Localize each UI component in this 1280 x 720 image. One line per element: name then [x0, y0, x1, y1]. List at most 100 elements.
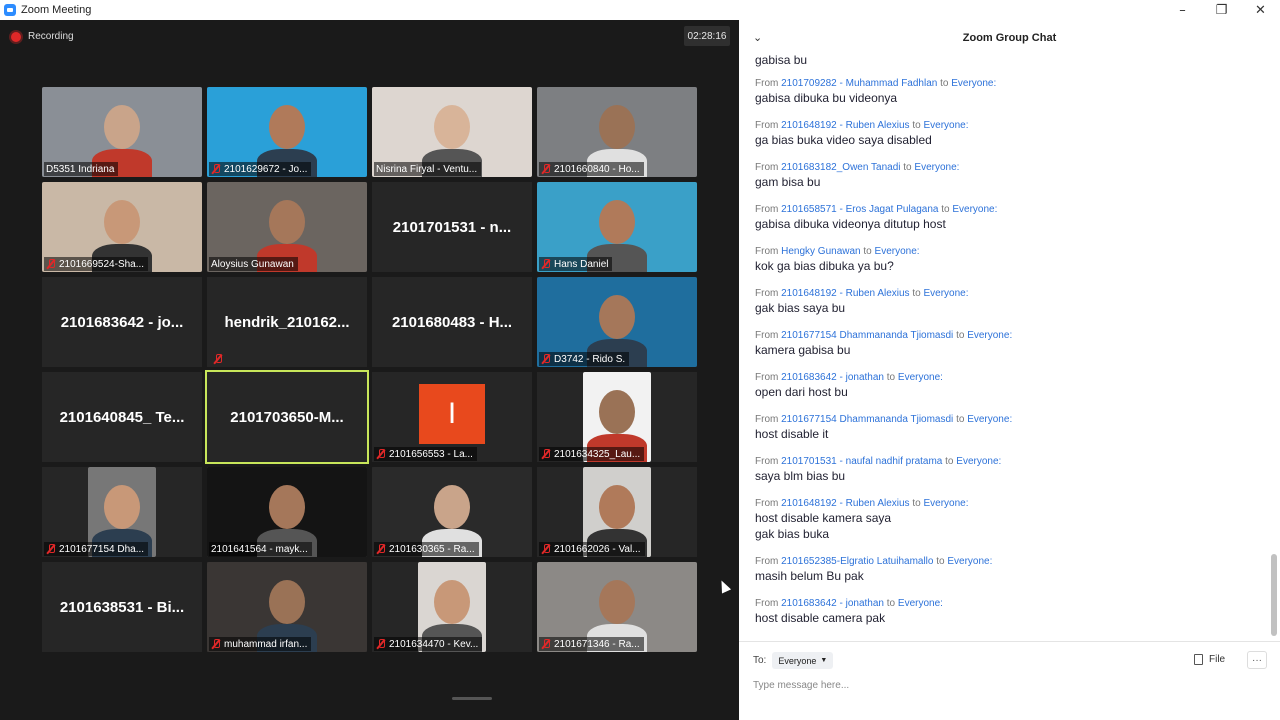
participant-label: Hans Daniel — [539, 257, 613, 271]
to-word: to — [912, 120, 921, 131]
sender-name[interactable]: 2101658571 - Eros Jagat Pulagana — [781, 204, 938, 215]
participant-tile[interactable]: Hans Daniel — [537, 182, 697, 272]
message-meta: From Hengky Gunawan to Everyone: — [755, 246, 920, 258]
participant-tile[interactable]: D5351 Indriana — [42, 87, 202, 177]
from-label: From — [755, 246, 779, 257]
participant-tile[interactable]: 2101703650-M... — [205, 370, 369, 464]
colon: : — [993, 78, 997, 89]
more-options-button[interactable]: ··· — [1247, 651, 1267, 669]
sender-name[interactable]: 2101677154 Dhammananda Tjiomasdi — [781, 414, 953, 425]
meeting-timer: 02:28:16 — [684, 26, 730, 46]
sender-name[interactable]: 2101652385-Elgratio Latuihamallo — [781, 556, 933, 567]
recipient-name[interactable]: Everyone — [898, 372, 940, 383]
file-button[interactable]: File — [1194, 654, 1225, 665]
participant-tile[interactable]: 2101634470 - Kev... — [372, 562, 532, 652]
recipient-name[interactable]: Everyone — [967, 330, 1009, 341]
participant-name: 2101703650-M... — [230, 408, 344, 426]
maximize-button[interactable]: ❐ — [1202, 0, 1241, 20]
muted-mic-icon — [376, 449, 386, 459]
participant-tile[interactable]: 2101671346 - Ra... — [537, 562, 697, 652]
recipient-name[interactable]: Everyone — [875, 246, 917, 257]
participant-name: 2101641564 - mayk... — [211, 543, 308, 555]
participant-tile[interactable]: 2101683642 - jo... — [42, 277, 202, 367]
recipient-name[interactable]: Everyone — [898, 598, 940, 609]
chevron-down-icon[interactable]: ⌄ — [753, 31, 762, 44]
sender-name[interactable]: 2101683642 - jonathan — [781, 598, 884, 609]
participant-tile[interactable]: 2101701531 - n... — [372, 182, 532, 272]
participant-tile[interactable]: 2101662026 - Val... — [537, 467, 697, 557]
participant-tile[interactable]: 2101669524-Sha... — [42, 182, 202, 272]
recipient-name[interactable]: Everyone — [967, 414, 1009, 425]
recipient-name[interactable]: Everyone — [952, 204, 994, 215]
chat-title: Zoom Group Chat — [962, 32, 1057, 44]
sender-name[interactable]: 2101709282 - Muhammad Fadhlan — [781, 78, 937, 89]
sender-name[interactable]: 2101701531 - naufal nadhif pratama — [781, 456, 942, 467]
chat-message: From 2101677154 Dhammananda Tjiomasdi to… — [755, 330, 1012, 358]
message-meta: From 2101709282 - Muhammad Fadhlan to Ev… — [755, 78, 996, 90]
to-word: to — [903, 162, 912, 173]
close-button[interactable]: ✕ — [1241, 0, 1280, 20]
participant-tile[interactable]: 2101640845_ Te... — [42, 372, 202, 462]
participant-name: 2101677154 Dha... — [59, 543, 145, 555]
recipient-name[interactable]: Everyone — [923, 498, 965, 509]
participant-tile[interactable]: Aloysius Gunawan — [207, 182, 367, 272]
participant-tile[interactable]: hendrik_210162... — [207, 277, 367, 367]
sender-name[interactable]: Hengky Gunawan — [781, 246, 861, 257]
colon: : — [965, 288, 969, 299]
participant-name: Aloysius Gunawan — [211, 258, 294, 270]
participant-tile[interactable]: 2101677154 Dha... — [42, 467, 202, 557]
recipient-name[interactable]: Everyone — [956, 456, 998, 467]
participant-name: 2101680483 - H... — [391, 313, 513, 331]
participant-tile[interactable]: I 2101656553 - La... — [372, 372, 532, 462]
chat-message: From 2101648192 - Ruben Alexius to Every… — [755, 120, 969, 148]
person-face — [599, 580, 635, 624]
recipient-name[interactable]: Everyone — [923, 288, 965, 299]
chat-message-partial: gabisa bu — [755, 52, 807, 68]
sender-name[interactable]: 2101683182_Owen Tanadi — [781, 162, 900, 173]
participant-tile[interactable]: D3742 - Rido S. — [537, 277, 697, 367]
recipient-name[interactable]: Everyone — [951, 78, 993, 89]
colon: : — [916, 246, 920, 257]
to-word: to — [936, 556, 945, 567]
recipient-select[interactable]: Everyone ▼ — [772, 652, 834, 669]
chat-messages[interactable]: gabisa bu From 2101709282 - Muhammad Fad… — [739, 52, 1269, 642]
participant-name: D3742 - Rido S. — [554, 353, 626, 365]
toolbar-handle[interactable] — [452, 697, 492, 700]
title-bar: Zoom Meeting – ❐ ✕ — [0, 0, 1280, 20]
colon: : — [940, 372, 943, 383]
participant-tile[interactable]: Nisrina Firyal - Ventu... — [372, 87, 532, 177]
participant-tile[interactable]: 2101634325_Lau... — [537, 372, 697, 462]
message-input[interactable] — [753, 676, 1253, 694]
sender-name[interactable]: 2101648192 - Ruben Alexius — [781, 120, 909, 131]
sender-name[interactable]: 2101648192 - Ruben Alexius — [781, 498, 909, 509]
person-face — [104, 200, 140, 244]
participant-name: muhammad irfan... — [224, 638, 308, 650]
recipient-name[interactable]: Everyone — [914, 162, 956, 173]
participant-label: 2101669524-Sha... — [44, 257, 149, 271]
recipient-name[interactable]: Everyone — [923, 120, 965, 131]
participant-label: 2101630365 - Ra... — [374, 542, 479, 556]
sender-name[interactable]: 2101677154 Dhammananda Tjiomasdi — [781, 330, 953, 341]
participant-label: 2101671346 - Ra... — [539, 637, 644, 651]
recording-indicator[interactable]: Recording — [11, 31, 74, 42]
person-face — [599, 295, 635, 339]
participant-tile[interactable]: 2101660840 - Ho... — [537, 87, 697, 177]
minimize-button[interactable]: – — [1163, 0, 1202, 20]
participant-tile[interactable]: 2101629672 - Jo... — [207, 87, 367, 177]
window-controls: – ❐ ✕ — [1163, 0, 1280, 20]
sender-name[interactable]: 2101648192 - Ruben Alexius — [781, 288, 909, 299]
participant-tile[interactable]: 2101680483 - H... — [372, 277, 532, 367]
avatar: I — [419, 384, 485, 444]
scroll-thumb[interactable] — [1271, 554, 1277, 636]
participant-label: 2101634470 - Kev... — [374, 637, 483, 651]
sender-name[interactable]: 2101683642 - jonathan — [781, 372, 884, 383]
message-text: kamera gabisa bu — [755, 343, 851, 357]
message-text: gabisa dibuka bu videonya — [755, 91, 898, 105]
participant-tile[interactable]: 2101641564 - mayk... — [207, 467, 367, 557]
muted-mic-icon — [46, 259, 56, 269]
participant-tile[interactable]: 2101630365 - Ra... — [372, 467, 532, 557]
chat-scrollbar[interactable] — [1271, 60, 1277, 640]
participant-tile[interactable]: muhammad irfan... — [207, 562, 367, 652]
recipient-name[interactable]: Everyone — [947, 556, 989, 567]
participant-tile[interactable]: 2101638531 - Bi... — [42, 562, 202, 652]
